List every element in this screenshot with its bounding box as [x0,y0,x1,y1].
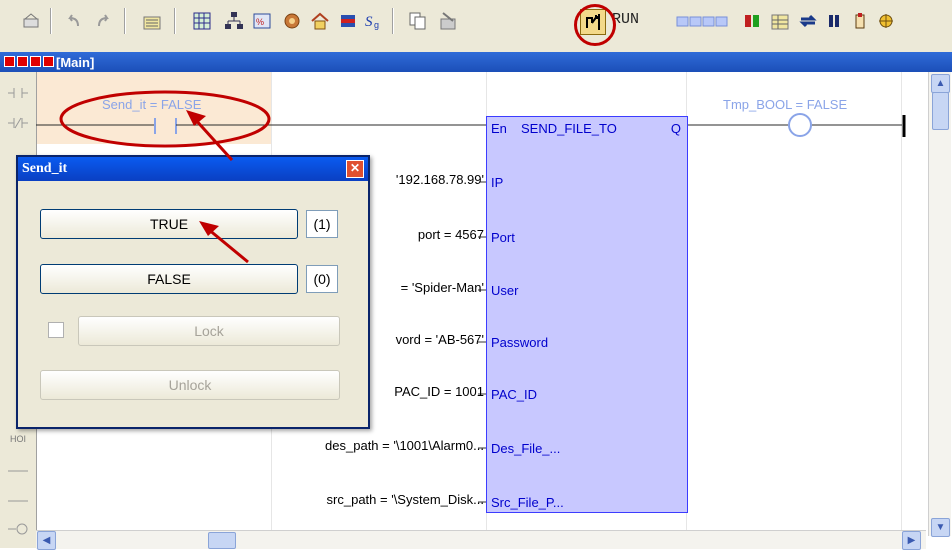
home-icon[interactable] [308,9,332,33]
svg-text:%: % [256,17,264,27]
debug-icon[interactable] [740,9,764,33]
block-input-pin: Password [491,335,549,350]
block-q-pin: Q [670,121,681,136]
block-input-pin: Port [491,230,515,245]
scroll-down-icon[interactable]: ▼ [931,518,950,537]
input-value-label[interactable]: '192.168.78.99' [396,172,484,187]
cycle-icon[interactable] [796,9,820,33]
block-input-pin: User [491,283,519,298]
variables-grid-icon[interactable] [190,9,214,33]
new-program-icon[interactable] [20,9,44,33]
horizontal-scrollbar[interactable]: ◀ ▶ [36,530,926,550]
block-input-pin: IP [491,175,504,190]
dialog-title: Send_it [22,161,68,176]
coil-variable-label[interactable]: Tmp_BOOL = FALSE [723,97,847,112]
redo-icon[interactable] [92,9,116,33]
send-file-to-block[interactable]: En SEND_FILE_TO Q IP Port User Password … [486,116,688,513]
block-input-pin: Des_File_... [491,441,561,456]
send-it-dialog: Send_it ✕ TRUE (1) FALSE (0) Lock Unlock [16,155,370,429]
dialog-title-bar[interactable]: Send_it ✕ [18,157,368,181]
online-mode-icon[interactable] [468,9,492,33]
scroll-left-icon[interactable]: ◀ [37,531,56,550]
scroll-right-icon[interactable]: ▶ [902,531,921,550]
script-icon[interactable]: Sg [362,9,386,33]
input-value-label[interactable]: port = 4567 [418,227,484,242]
lock-button[interactable]: Lock [78,316,340,346]
horizontal-scroll-thumb[interactable] [208,532,236,549]
status-leds-icon [676,9,732,33]
library-icon[interactable] [280,9,304,33]
function-block-icon[interactable]: % [250,9,274,33]
spreadsheet-icon[interactable] [768,9,792,33]
undo-icon[interactable] [62,9,86,33]
block-input-pin: PAC_ID [491,387,537,402]
breakpoint-icon[interactable] [874,9,898,33]
run-status-label: RUN [612,11,640,28]
block-input-pin: Src_File_P... [491,495,564,510]
input-value-label[interactable]: vord = 'AB-567' [396,332,484,347]
close-icon[interactable]: ✕ [346,160,364,178]
vertical-scrollbar[interactable]: ▲ ▼ [928,72,951,537]
pause-icon[interactable] [822,9,846,33]
svg-text:S: S [365,14,373,30]
window-status-leds [4,55,56,70]
scroll-up-icon[interactable]: ▲ [931,74,950,93]
input-value-label[interactable]: des_path = '\1001\Alarm0... [325,438,484,453]
main-toolbar: % Sg RUN [0,0,952,52]
false-shortcut-badge: (0) [306,265,338,293]
true-button[interactable]: TRUE [40,209,298,239]
unlock-button[interactable]: Unlock [40,370,340,400]
network-icon[interactable] [222,9,246,33]
window-title: [Main] [56,54,95,70]
window-title-bar: [Main] [0,52,952,72]
lock-checkbox[interactable] [48,322,64,338]
true-shortcut-badge: (1) [306,210,338,238]
input-value-label[interactable]: PAC_ID = 1001 [394,384,484,399]
comment-icon[interactable] [140,9,164,33]
vertical-scroll-thumb[interactable] [932,92,949,130]
svg-text:g: g [374,20,379,30]
flag-icon[interactable] [336,9,360,33]
step-icon[interactable] [848,9,872,33]
contact-highlight-ellipse [59,90,271,148]
block-en-pin: En [491,121,507,136]
copy-icon[interactable] [406,9,430,33]
input-value-label[interactable]: = 'Spider-Man' [401,280,484,295]
block-name: SEND_FILE_TO [521,121,617,136]
false-button[interactable]: FALSE [40,264,298,294]
download-icon[interactable] [436,9,460,33]
input-value-label[interactable]: src_path = '\System_Disk... [327,492,484,507]
online-mode-highlight-circle [574,4,616,46]
